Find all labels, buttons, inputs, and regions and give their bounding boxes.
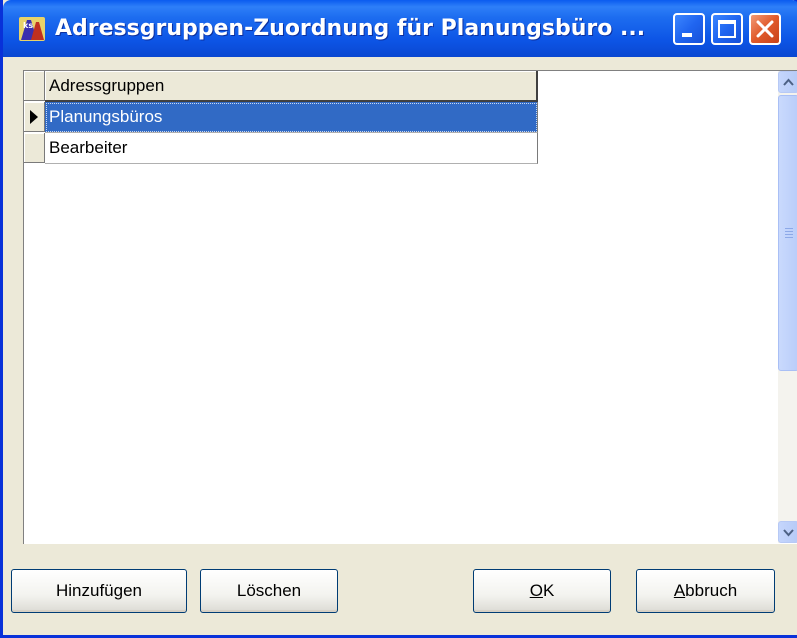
vertical-scrollbar[interactable] xyxy=(778,71,797,543)
ok-label-rest: K xyxy=(542,581,555,600)
svg-text:ks: ks xyxy=(23,21,33,30)
scroll-down-button[interactable] xyxy=(778,521,797,543)
grid-cell[interactable]: Bearbeiter xyxy=(45,133,538,164)
current-row-arrow-icon xyxy=(30,110,38,124)
title-bar[interactable]: ks Adressgruppen-Zuordnung für Planungsb… xyxy=(3,0,797,57)
dialog-window: ks Adressgruppen-Zuordnung für Planungsb… xyxy=(0,0,797,638)
app-logo-icon: ks xyxy=(17,14,47,44)
ok-accel: O xyxy=(529,581,543,600)
grid-header-row: Adressgruppen xyxy=(24,71,538,102)
chevron-down-icon xyxy=(783,529,794,537)
window-title: Adressgruppen-Zuordnung für Planungsbüro… xyxy=(55,16,645,41)
column-header-adressgruppen[interactable]: Adressgruppen xyxy=(45,71,538,102)
scroll-thumb[interactable] xyxy=(778,95,797,371)
delete-button[interactable]: Löschen xyxy=(200,569,338,613)
scroll-up-button[interactable] xyxy=(778,71,797,93)
ok-button[interactable]: OK xyxy=(473,569,611,613)
maximize-button[interactable] xyxy=(711,13,743,45)
minimize-button[interactable] xyxy=(673,13,705,45)
chevron-up-icon xyxy=(783,78,794,86)
row-selector[interactable] xyxy=(24,133,45,163)
dialog-body: Adressgruppen Planungsbüros Bearbeiter H… xyxy=(6,57,797,635)
cancel-accel: A xyxy=(673,581,686,600)
grid-cell[interactable]: Planungsbüros xyxy=(45,102,538,133)
cancel-button[interactable]: Abbruch xyxy=(636,569,775,613)
add-button[interactable]: Hinzufügen xyxy=(11,569,187,613)
close-button[interactable] xyxy=(749,13,781,45)
grip-icon xyxy=(785,228,793,229)
grid-row[interactable]: Planungsbüros xyxy=(24,102,538,133)
header-corner xyxy=(24,71,45,101)
cancel-label-rest: bbruch xyxy=(685,581,738,600)
address-group-grid[interactable]: Adressgruppen Planungsbüros Bearbeiter xyxy=(23,70,797,544)
grid-row[interactable]: Bearbeiter xyxy=(24,133,538,164)
row-selector[interactable] xyxy=(24,102,45,132)
